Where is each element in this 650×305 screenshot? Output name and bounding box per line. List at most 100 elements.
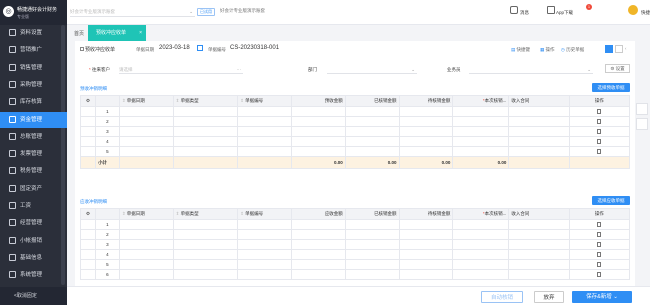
sidebar-item-2[interactable]: 销售管理	[0, 60, 67, 76]
sidebar-item-9[interactable]: 固定资产	[0, 181, 67, 197]
table-cell[interactable]	[172, 126, 239, 137]
table-cell[interactable]	[344, 259, 400, 270]
search-icon[interactable]	[636, 118, 648, 130]
table-cell[interactable]	[172, 146, 239, 157]
table-cell[interactable]	[398, 219, 454, 230]
column-header[interactable]: 操作	[568, 208, 631, 220]
delete-icon[interactable]	[597, 148, 602, 154]
table-cell[interactable]	[398, 116, 454, 127]
delete-icon[interactable]	[597, 118, 602, 124]
sidebar-item-8[interactable]: 税务管理	[0, 163, 67, 179]
table-cell[interactable]	[398, 126, 454, 137]
save-and-new-button[interactable]: 保存&新增 ⌄	[572, 291, 632, 303]
sidebar-collapse-button[interactable]: <取消固定	[0, 287, 67, 305]
table-cell[interactable]	[118, 219, 174, 230]
table-cell[interactable]	[118, 269, 174, 280]
close-icon[interactable]: ×	[139, 25, 142, 41]
table-row[interactable]: 6	[79, 269, 631, 280]
table-row[interactable]: 1	[79, 219, 631, 230]
table-cell[interactable]	[344, 249, 400, 260]
table-cell[interactable]	[508, 259, 570, 270]
table-cell[interactable]	[452, 106, 510, 117]
table-cell[interactable]	[508, 126, 570, 137]
table-cell[interactable]	[398, 259, 454, 270]
table-cell[interactable]	[237, 239, 292, 250]
table-cell[interactable]	[508, 146, 570, 157]
table-row[interactable]: 3	[79, 126, 631, 137]
sidebar-item-4[interactable]: 库存核算	[0, 94, 67, 110]
table-cell[interactable]	[452, 126, 510, 137]
sidebar-item-12[interactable]: 小帐报销	[0, 233, 67, 249]
table-row[interactable]: 4	[79, 249, 631, 260]
table-cell[interactable]	[172, 116, 239, 127]
table-cell[interactable]	[118, 146, 174, 157]
column-header[interactable]: ⇕ 单据类型	[172, 208, 239, 220]
column-header[interactable]: *本次核销...	[452, 95, 510, 107]
link-icon[interactable]	[636, 103, 648, 115]
table-cell[interactable]	[290, 116, 346, 127]
table-row[interactable]: 5	[79, 259, 631, 270]
table-cell[interactable]	[237, 249, 292, 260]
table-cell[interactable]	[398, 136, 454, 147]
column-header[interactable]: ⇕ 单据日期	[118, 208, 174, 220]
table-cell[interactable]	[172, 239, 239, 250]
column-header[interactable]: 待核销金额	[398, 95, 454, 107]
column-header[interactable]: 收入合同	[508, 208, 570, 220]
delete-icon[interactable]	[597, 128, 602, 134]
delete-icon[interactable]	[597, 231, 602, 237]
table-cell[interactable]	[344, 136, 400, 147]
column-header[interactable]: ⇕ 单据类型	[172, 95, 239, 107]
table-cell[interactable]	[290, 249, 346, 260]
tab-receipt-offset[interactable]: 预收冲应收单 ×	[88, 25, 146, 41]
table-cell[interactable]	[237, 136, 292, 147]
table-cell[interactable]	[118, 239, 174, 250]
column-header[interactable]: 已核销金额	[344, 208, 400, 220]
sidebar-item-5[interactable]: 资金管理	[0, 111, 67, 128]
phone-icon[interactable]	[547, 6, 555, 14]
table-cell[interactable]	[172, 219, 239, 230]
table-cell[interactable]	[452, 249, 510, 260]
sidebar-item-6[interactable]: 总账管理	[0, 129, 67, 145]
column-header[interactable]: ⇕ 单据日期	[118, 95, 174, 107]
table-cell[interactable]	[452, 259, 510, 270]
table-cell[interactable]	[398, 249, 454, 260]
sidebar-item-1[interactable]: 营销推广	[0, 42, 67, 58]
table-cell[interactable]	[172, 269, 239, 280]
table-cell[interactable]	[398, 239, 454, 250]
toolbar-history[interactable]: ◷ 历史单据	[561, 47, 584, 53]
table-cell[interactable]	[344, 116, 400, 127]
table-cell[interactable]	[290, 126, 346, 137]
table-row[interactable]: 2	[79, 229, 631, 240]
table-cell[interactable]	[508, 239, 570, 250]
column-header[interactable]: *本次核销...	[452, 208, 510, 220]
table-cell[interactable]	[452, 116, 510, 127]
table-cell[interactable]	[237, 269, 292, 280]
app-download-link[interactable]: App下载	[556, 10, 573, 16]
toolbar-shortcuts[interactable]: ▤ 快捷键	[511, 47, 530, 53]
sidebar-item-0[interactable]: 资料设置	[0, 25, 67, 41]
column-header[interactable]: ⇕ 单据编号	[237, 208, 292, 220]
delete-icon[interactable]	[597, 261, 602, 267]
column-header[interactable]: 操作	[568, 95, 631, 107]
sidebar-item-10[interactable]: 工资	[0, 198, 67, 214]
table-cell[interactable]	[290, 229, 346, 240]
table-cell[interactable]	[118, 116, 174, 127]
table-cell[interactable]	[344, 269, 400, 280]
table-cell[interactable]	[452, 219, 510, 230]
dept-select[interactable]: ⌄	[327, 65, 417, 74]
table-cell[interactable]	[118, 106, 174, 117]
table-cell[interactable]	[398, 229, 454, 240]
table-cell[interactable]	[172, 229, 239, 240]
table-cell[interactable]	[452, 269, 510, 280]
table-row[interactable]: 1	[79, 106, 631, 117]
column-header[interactable]: ⇕ 单据编号	[237, 95, 292, 107]
avatar[interactable]	[628, 5, 638, 15]
table-cell[interactable]	[172, 259, 239, 270]
table-cell[interactable]	[508, 136, 570, 147]
table-cell[interactable]	[508, 269, 570, 280]
table-cell[interactable]	[290, 106, 346, 117]
table-cell[interactable]	[118, 126, 174, 137]
table-cell[interactable]	[237, 116, 292, 127]
sidebar-item-11[interactable]: 经营管理	[0, 215, 67, 231]
table-cell[interactable]	[508, 116, 570, 127]
